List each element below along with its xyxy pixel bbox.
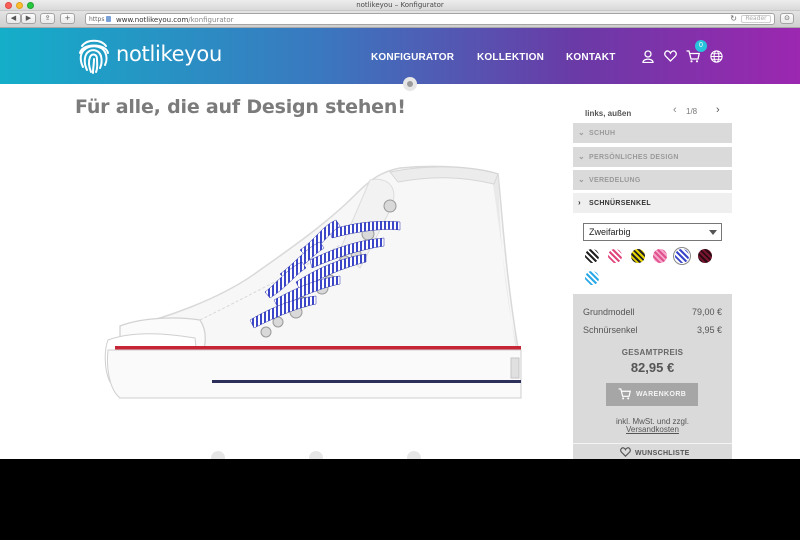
browser-window: notlikeyou – Konfigurator ◀ ▶ ⇪ + https … (0, 0, 800, 459)
reader-button[interactable]: Reader (741, 15, 771, 23)
cart-count-badge: 0 (695, 40, 707, 52)
url-scheme: https (89, 16, 105, 23)
wishlist-label: WUNSCHLISTE (635, 450, 690, 457)
logo-text[interactable]: notlikeyou (116, 42, 222, 66)
pager-label: 1/8 (686, 107, 698, 116)
nav-kontakt[interactable]: KONTAKT (566, 52, 616, 63)
price-summary: Grundmodell 79,00 € Schnürsenkel 3,95 € … (573, 294, 732, 459)
tax-note: inkl. MwSt. und zzgl. Versandkosten (573, 418, 732, 434)
view-dot[interactable] (211, 451, 225, 459)
heart-icon[interactable] (664, 50, 677, 62)
price-value: 79,00 € (691, 307, 722, 317)
price-value: 3,95 € (696, 325, 722, 335)
price-row-schnuersenkel: Schnürsenkel 3,95 € (583, 325, 722, 335)
section-label: SCHUH (589, 130, 616, 137)
section-label: PERSÖNLICHES DESIGN (589, 154, 679, 161)
scroll-down-indicator[interactable] (403, 77, 417, 91)
section-schuh[interactable]: ⌄ SCHUH (573, 123, 732, 144)
chevron-down-icon: ⌄ (578, 152, 586, 161)
swatch-black-white[interactable] (585, 249, 599, 263)
section-label: VEREDELUNG (589, 177, 641, 184)
cart-icon[interactable] (686, 50, 700, 63)
page-headline: Für alle, die auf Design stehen! (75, 96, 406, 118)
address-bar[interactable]: https www.notlikeyou.com/konfigurator ↻ … (85, 13, 775, 25)
chevron-right-icon: › (578, 198, 581, 207)
section-veredelung[interactable]: ⌄ VEREDELUNG (573, 170, 732, 191)
url-text: www.notlikeyou.com/konfigurator (116, 15, 234, 25)
browser-toolbar: ◀ ▶ ⇪ + https www.notlikeyou.com/konfigu… (0, 11, 800, 28)
swatch-cyan-white[interactable] (585, 271, 599, 285)
share-button[interactable]: ⇪ (40, 13, 55, 24)
total-price-label: GESAMTPREIS (621, 348, 684, 357)
downloads-button[interactable]: ⊙ (780, 13, 794, 24)
url-path: /konfigurator (188, 16, 234, 24)
nav-konfigurator[interactable]: KONFIGURATOR (371, 52, 454, 63)
price-label: Schnürsenkel (583, 325, 638, 335)
title-bar: notlikeyou – Konfigurator (0, 0, 800, 11)
pager-next-button[interactable]: › (716, 104, 720, 116)
section-schnuersenkel[interactable]: › SCHNÜRSENKEL (573, 193, 732, 214)
chevron-down-icon: ⌄ (578, 175, 586, 184)
reload-icon[interactable]: ↻ (730, 14, 737, 24)
section-label: SCHNÜRSENKEL (589, 200, 651, 207)
heart-icon (620, 447, 631, 457)
price-row-grundmodell: Grundmodell 79,00 € (583, 307, 722, 317)
lace-type-select[interactable]: Zweifarbig (583, 223, 722, 241)
shoe-side-label: links, außen (585, 109, 632, 118)
add-to-cart-label: WARENKORB (636, 391, 687, 398)
add-to-cart-button[interactable]: WARENKORB (606, 383, 698, 406)
globe-icon[interactable] (710, 50, 723, 63)
lock-icon (106, 16, 111, 22)
fingerprint-logo-icon[interactable] (77, 37, 111, 75)
pager-prev-button[interactable]: ‹ (673, 104, 677, 116)
price-label: Grundmodell (583, 307, 635, 317)
chevron-down-icon (709, 230, 717, 235)
swatch-blue-white[interactable] (675, 249, 689, 263)
sneaker-preview-image (104, 165, 522, 399)
view-dot[interactable] (407, 451, 421, 459)
section-persoenliches-design[interactable]: ⌄ PERSÖNLICHES DESIGN (573, 147, 732, 168)
total-price-value: 82,95 € (630, 360, 675, 375)
forward-button[interactable]: ▶ (21, 13, 36, 24)
lace-type-value: Zweifarbig (589, 227, 631, 237)
site-header: notlikeyou KONFIGURATOR KOLLEKTION KONTA… (0, 28, 800, 84)
panel-header: links, außen ‹ 1/8 › (573, 100, 732, 122)
user-icon[interactable] (642, 50, 654, 63)
cart-icon (618, 388, 631, 400)
swatch-pink[interactable] (653, 249, 667, 263)
nav-kollektion[interactable]: KOLLEKTION (477, 52, 544, 63)
wishlist-button[interactable]: WUNSCHLISTE (573, 443, 732, 459)
swatch-pink-white[interactable] (608, 249, 622, 263)
swatch-yellow-black[interactable] (631, 249, 645, 263)
new-tab-button[interactable]: + (60, 13, 75, 24)
back-button[interactable]: ◀ (6, 13, 21, 24)
swatch-burgundy-black[interactable] (698, 249, 712, 263)
view-dot[interactable] (309, 451, 323, 459)
tax-note-line-2[interactable]: Versandkosten (573, 426, 732, 434)
window-title: notlikeyou – Konfigurator (356, 1, 444, 9)
url-host: www.notlikeyou.com (116, 16, 189, 24)
chevron-down-icon: ⌄ (578, 128, 586, 137)
